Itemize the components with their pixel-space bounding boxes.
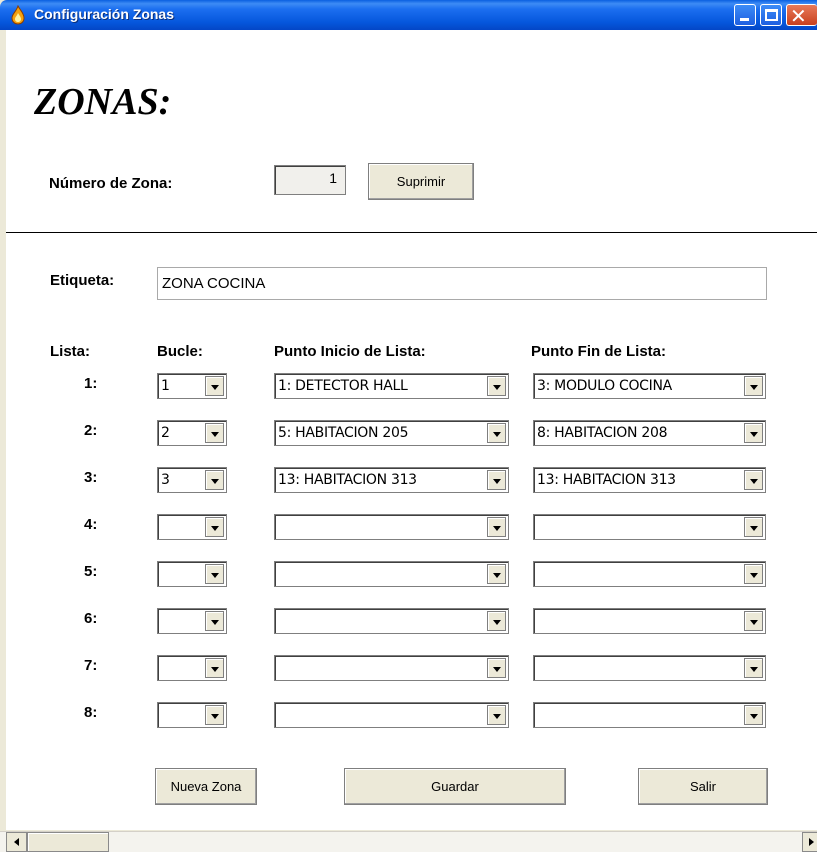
loop-select[interactable] [157, 655, 227, 681]
maximize-icon [765, 9, 778, 21]
loop-select[interactable] [157, 702, 227, 728]
dropdown-arrow-icon[interactable] [744, 705, 763, 725]
start-point-select[interactable] [274, 702, 509, 728]
column-header-loop: Bucle: [157, 343, 203, 360]
dropdown-arrow-icon[interactable] [205, 705, 224, 725]
delete-button[interactable]: Suprimir [368, 163, 474, 200]
scrollbar-thumb[interactable] [27, 832, 109, 852]
end-point-select-value: 8: HABITACION 208 [537, 425, 668, 441]
client-area: ZONAS: Número de Zona: 1 Suprimir Etique… [6, 30, 817, 830]
row-number: 4: [84, 516, 98, 533]
tag-label: Etiqueta: [50, 272, 115, 289]
start-point-select-value: 13: HABITACION 313 [278, 472, 417, 488]
tag-input[interactable]: ZONA COCINA [157, 267, 767, 300]
dropdown-arrow-icon[interactable] [487, 517, 506, 537]
row-number: 6: [84, 610, 98, 627]
zone-config-window: Configuración Zonas ✕ ZONAS: Número de Z… [0, 0, 817, 852]
start-point-select[interactable] [274, 561, 509, 587]
zone-number-label: Número de Zona: [49, 175, 173, 192]
minimize-button[interactable] [734, 4, 756, 26]
delete-button-label: Suprimir [396, 174, 446, 189]
dropdown-arrow-icon[interactable] [744, 658, 763, 678]
start-point-select-value: 1: DETECTOR HALL [278, 378, 408, 394]
dropdown-arrow-icon[interactable] [487, 564, 506, 584]
scroll-left-arrow-icon[interactable] [6, 832, 27, 852]
new-zone-button-label: Nueva Zona [170, 779, 242, 794]
dropdown-arrow-icon[interactable] [205, 658, 224, 678]
save-button-label: Guardar [431, 779, 479, 794]
dropdown-arrow-icon[interactable] [205, 470, 224, 490]
row-number: 8: [84, 704, 98, 721]
loop-select[interactable]: 1 [157, 373, 227, 399]
minimize-icon [740, 18, 749, 21]
save-button[interactable]: Guardar [344, 768, 566, 805]
dropdown-arrow-icon[interactable] [205, 611, 224, 631]
dropdown-arrow-icon[interactable] [487, 423, 506, 443]
close-button[interactable]: ✕ [786, 4, 817, 28]
dropdown-arrow-icon[interactable] [205, 517, 224, 537]
row-number: 1: [84, 375, 98, 392]
loop-select[interactable] [157, 561, 227, 587]
loop-select[interactable] [157, 608, 227, 634]
maximize-button[interactable] [760, 4, 782, 26]
horizontal-scrollbar[interactable] [0, 831, 817, 852]
window-title: Configuración Zonas [34, 6, 174, 22]
start-point-select[interactable]: 1: DETECTOR HALL [274, 373, 509, 399]
end-point-select[interactable]: 13: HABITACION 313 [533, 467, 766, 493]
start-point-select[interactable]: 5: HABITACION 205 [274, 420, 509, 446]
dropdown-arrow-icon[interactable] [205, 423, 224, 443]
dropdown-arrow-icon[interactable] [487, 658, 506, 678]
loop-select-value: 2 [161, 425, 170, 441]
exit-button-label: Salir [689, 779, 716, 794]
dropdown-arrow-icon[interactable] [205, 564, 224, 584]
section-divider [6, 232, 817, 233]
column-header-start: Punto Inicio de Lista: [274, 343, 426, 360]
dropdown-arrow-icon[interactable] [744, 470, 763, 490]
dropdown-arrow-icon[interactable] [205, 376, 224, 396]
dropdown-arrow-icon[interactable] [487, 376, 506, 396]
loop-select[interactable]: 3 [157, 467, 227, 493]
new-zone-button[interactable]: Nueva Zona [155, 768, 257, 805]
end-point-select-value: 13: HABITACION 313 [537, 472, 676, 488]
end-point-select[interactable] [533, 561, 766, 587]
end-point-select[interactable] [533, 655, 766, 681]
dropdown-arrow-icon[interactable] [487, 470, 506, 490]
end-point-select[interactable]: 8: HABITACION 208 [533, 420, 766, 446]
end-point-select-value: 3: MODULO COCINA [537, 378, 672, 394]
title-bar[interactable]: Configuración Zonas ✕ [0, 0, 817, 30]
loop-select-value: 3 [161, 472, 170, 488]
loop-select[interactable] [157, 514, 227, 540]
dropdown-arrow-icon[interactable] [487, 705, 506, 725]
dropdown-arrow-icon[interactable] [744, 611, 763, 631]
close-icon: ✕ [790, 4, 807, 28]
page-title: ZONAS: [34, 81, 172, 123]
row-number: 5: [84, 563, 98, 580]
app-flame-icon [11, 5, 25, 25]
start-point-select[interactable] [274, 608, 509, 634]
end-point-select[interactable] [533, 608, 766, 634]
start-point-select[interactable] [274, 655, 509, 681]
dropdown-arrow-icon[interactable] [744, 376, 763, 396]
zone-number-field[interactable]: 1 [274, 165, 346, 195]
row-number: 7: [84, 657, 98, 674]
start-point-select[interactable] [274, 514, 509, 540]
dropdown-arrow-icon[interactable] [744, 423, 763, 443]
dropdown-arrow-icon[interactable] [744, 564, 763, 584]
start-point-select-value: 5: HABITACION 205 [278, 425, 409, 441]
dropdown-arrow-icon[interactable] [744, 517, 763, 537]
exit-button[interactable]: Salir [638, 768, 768, 805]
end-point-select[interactable]: 3: MODULO COCINA [533, 373, 766, 399]
end-point-select[interactable] [533, 702, 766, 728]
row-number: 3: [84, 469, 98, 486]
dropdown-arrow-icon[interactable] [487, 611, 506, 631]
loop-select-value: 1 [161, 378, 170, 394]
end-point-select[interactable] [533, 514, 766, 540]
row-number: 2: [84, 422, 98, 439]
scroll-right-arrow-icon[interactable] [802, 832, 817, 852]
column-header-end: Punto Fin de Lista: [531, 343, 666, 360]
start-point-select[interactable]: 13: HABITACION 313 [274, 467, 509, 493]
loop-select[interactable]: 2 [157, 420, 227, 446]
column-header-list: Lista: [50, 343, 91, 360]
